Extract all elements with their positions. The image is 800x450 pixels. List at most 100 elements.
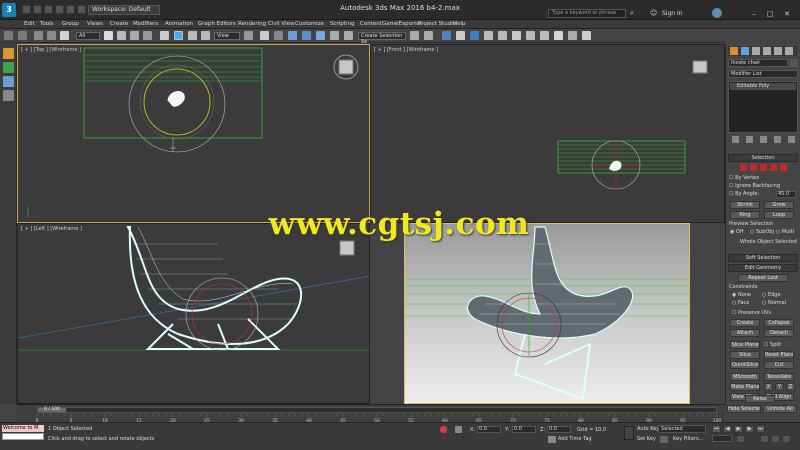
hierarchy-tab-icon[interactable] (752, 47, 760, 55)
go-to-end-icon[interactable]: ⏭ (756, 425, 765, 433)
menu-civil-view[interactable]: Civil View (268, 20, 294, 29)
preview-subobj-radio[interactable]: ○ SubObj (750, 229, 774, 235)
current-frame-field[interactable] (712, 435, 732, 442)
link-icon[interactable] (34, 31, 43, 40)
rendered-frame-icon[interactable] (540, 31, 549, 40)
mirror-icon[interactable] (410, 31, 419, 40)
sign-in-link[interactable]: Sign In (662, 10, 683, 17)
schematic-view-icon[interactable] (498, 31, 507, 40)
motion-tab-icon[interactable] (763, 47, 771, 55)
display-tab-icon[interactable] (774, 47, 782, 55)
z-coordinate-field[interactable]: 0.0 (547, 426, 571, 433)
ribbon-icon[interactable] (470, 31, 479, 40)
previous-frame-icon[interactable]: ◀ (723, 425, 732, 433)
unhide-all-button[interactable]: Unhide All (763, 405, 797, 413)
viewport-left[interactable]: [ + ] [Left ] [Wireframe ] (17, 223, 370, 404)
menu-customize[interactable]: Customize (295, 20, 324, 29)
place-icon[interactable] (201, 31, 210, 40)
unlink-icon[interactable] (47, 31, 56, 40)
preview-off-radio[interactable]: ◉ Off (730, 229, 743, 235)
stack-item-editable-poly[interactable]: Editable Poly (730, 83, 796, 90)
reference-coordinate-dropdown[interactable]: View (214, 32, 240, 40)
collapse-button[interactable]: Collapse (764, 319, 794, 327)
menu-edit[interactable]: Edit (24, 20, 35, 29)
loop-button[interactable]: Loop (764, 211, 794, 219)
angle-snap-icon[interactable] (302, 31, 311, 40)
constraint-edge-radio[interactable]: ○ Edge (762, 292, 781, 298)
element-icon[interactable] (780, 164, 787, 171)
select-move-icon[interactable] (160, 31, 169, 40)
pivot-center-icon[interactable] (244, 31, 253, 40)
ring-button[interactable]: Ring (730, 211, 760, 219)
curve-editor-icon[interactable] (484, 31, 493, 40)
menu-help[interactable]: Help (453, 20, 466, 29)
grow-button[interactable]: Grow (764, 201, 794, 209)
x-coordinate-field[interactable]: 0.0 (477, 426, 501, 433)
material-editor-icon[interactable] (512, 31, 521, 40)
show-end-result-icon[interactable] (746, 136, 753, 143)
hide-selected-button[interactable]: Hide Selected (727, 405, 761, 413)
key-set-dropdown[interactable]: Selected (658, 425, 706, 433)
selection-filter-dropdown[interactable]: All (76, 32, 100, 40)
ignore-backfacing-checkbox[interactable]: ☐ Ignore Backfacing (729, 183, 780, 189)
time-tag-icon[interactable] (548, 436, 556, 443)
utilities-tab-icon[interactable] (785, 47, 793, 55)
preserve-uvs-checkbox[interactable]: ☐ Preserve UVs (732, 310, 771, 316)
maxscript-listener[interactable]: Welcome to M (2, 425, 44, 432)
menu-animation[interactable]: Animation (165, 20, 193, 29)
pan-view-icon[interactable] (771, 435, 780, 443)
y-coordinate-field[interactable]: 0.0 (512, 426, 536, 433)
help-icon[interactable] (712, 8, 722, 18)
cut-button[interactable]: Cut (764, 361, 794, 369)
next-frame-icon[interactable]: ▶ (745, 425, 754, 433)
snaps-toggle-icon[interactable] (288, 31, 297, 40)
menu-tools[interactable]: Tools (40, 20, 54, 29)
reset-plane-button[interactable]: Reset Plane (764, 351, 794, 359)
rectangular-selection-icon[interactable] (130, 31, 139, 40)
rollout-edit-geometry[interactable]: Edit Geometry (728, 264, 798, 272)
preview-multi-radio[interactable]: ○ Multi (776, 229, 794, 235)
rollout-selection[interactable]: Selection (728, 154, 798, 162)
key-filters-button[interactable]: Key Filters... (673, 436, 703, 442)
edit-named-selections-icon[interactable] (344, 31, 353, 40)
time-slider[interactable]: 0 / 100 (37, 407, 717, 413)
percent-snap-icon[interactable] (316, 31, 325, 40)
slice-plane-button[interactable]: Slice Plane (730, 341, 760, 349)
window-crossing-icon[interactable] (143, 31, 152, 40)
create-layout-icon[interactable] (3, 48, 14, 59)
quickslice-button[interactable]: QuickSlice (730, 361, 760, 369)
planar-y-button[interactable]: Y (775, 383, 784, 391)
time-slider-thumb[interactable]: 0 / 100 (38, 407, 66, 412)
render-teapot-icon[interactable] (582, 31, 591, 40)
go-to-start-icon[interactable]: ⏮ (712, 425, 721, 433)
search-icon[interactable]: ⌕ (630, 9, 638, 18)
make-unique-icon[interactable] (760, 136, 767, 143)
render-production-icon[interactable] (554, 31, 563, 40)
configure-sets-icon[interactable] (788, 136, 795, 143)
manipulate-icon[interactable] (260, 31, 269, 40)
menu-gameexporter[interactable]: GameExporter (382, 20, 422, 29)
object-color-swatch[interactable] (790, 59, 798, 67)
repeat-last-button[interactable]: Repeat Last (738, 274, 788, 282)
render-iterative-icon[interactable] (568, 31, 577, 40)
lock-selection-icon[interactable] (440, 426, 447, 433)
attach-button[interactable]: Attach (730, 329, 760, 337)
menu-graph-editors[interactable]: Graph Editors (198, 20, 236, 29)
select-by-name-icon[interactable] (117, 31, 126, 40)
menu-create[interactable]: Create (110, 20, 128, 29)
slice-button[interactable]: Slice (730, 351, 760, 359)
select-rotate-icon[interactable] (174, 31, 183, 40)
named-selection-dropdown[interactable]: Create Selection Se (358, 32, 406, 45)
scene-explorer-icon[interactable] (442, 31, 451, 40)
key-mode-icon[interactable] (660, 436, 668, 443)
select-scale-icon[interactable] (188, 31, 197, 40)
auto-key-button[interactable]: Auto Key (637, 426, 659, 432)
menu-content[interactable]: Content (360, 20, 382, 29)
select-object-icon[interactable] (104, 31, 113, 40)
layer-explorer-icon[interactable] (456, 31, 465, 40)
edge-icon[interactable] (750, 164, 757, 171)
create-tab-icon[interactable] (730, 47, 738, 55)
undo-icon[interactable] (4, 31, 13, 40)
constraint-normal-radio[interactable]: ○ Normal (762, 300, 786, 306)
menu-modifiers[interactable]: Modifiers (133, 20, 158, 29)
